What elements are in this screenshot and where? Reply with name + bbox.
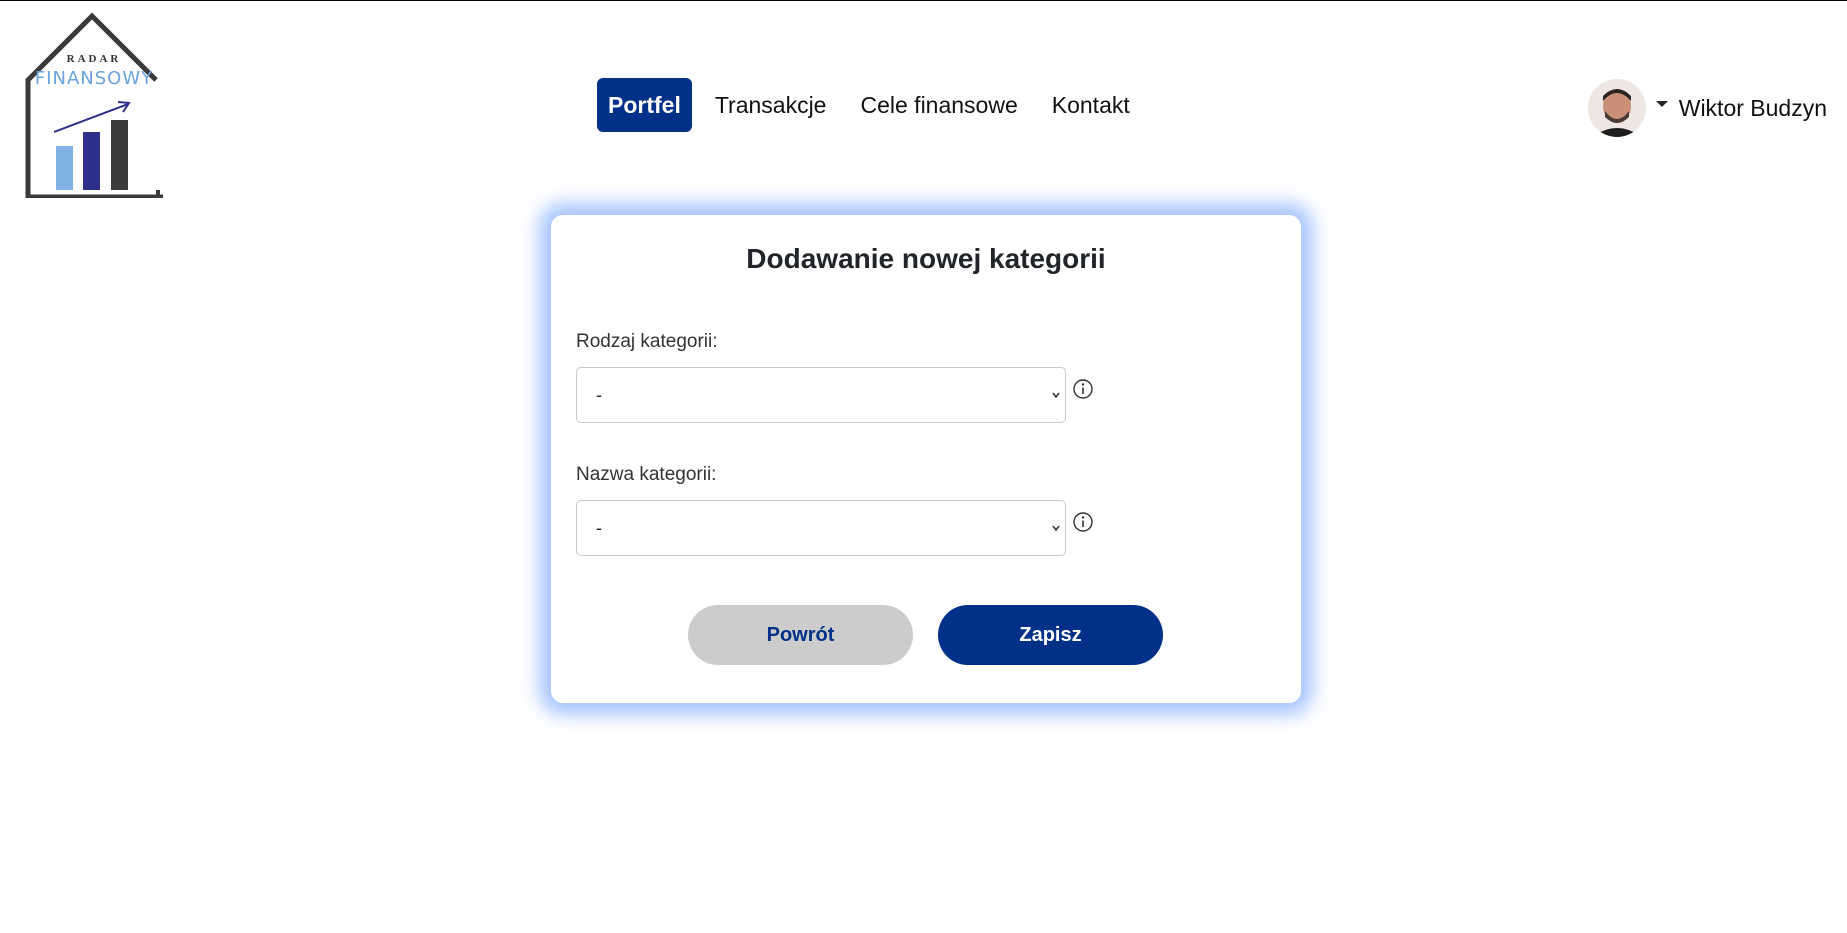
top-border	[0, 0, 1847, 1]
user-photo-icon	[1587, 79, 1646, 137]
main-nav: Portfel Transakcje Cele finansowe Kontak…	[597, 78, 1153, 132]
chevron-down-icon	[1052, 525, 1060, 532]
user-name[interactable]: Wiktor Budzyn	[1679, 95, 1827, 122]
category-name-select[interactable]: -	[576, 500, 1066, 556]
category-name-value: -	[596, 517, 602, 538]
nav-item-cele-finansowe[interactable]: Cele finansowe	[849, 78, 1028, 132]
category-type-select[interactable]: -	[576, 367, 1066, 423]
nav-item-portfel[interactable]: Portfel	[597, 78, 692, 132]
house-chart-logo-icon	[25, 12, 163, 198]
back-button[interactable]: Powrót	[688, 605, 913, 665]
category-type-label: Rodzaj kategorii:	[576, 331, 718, 352]
page-title: Dodawanie nowej kategorii	[746, 243, 1106, 274]
info-icon[interactable]	[1072, 511, 1094, 533]
user-menu[interactable]: Wiktor Budzyn	[1587, 78, 1827, 138]
nav-item-kontakt[interactable]: Kontakt	[1041, 78, 1141, 132]
chevron-down-icon	[1052, 392, 1060, 399]
logo-radar-text: RADAR	[66, 53, 122, 65]
radar-finansowy-logo[interactable]: RADAR FINANSOWY	[24, 12, 164, 198]
info-icon[interactable]	[1072, 378, 1094, 400]
category-name-label: Nazwa kategorii:	[576, 464, 717, 485]
category-type-value: -	[596, 384, 602, 405]
logo-finansowy-text: FINANSOWY	[34, 68, 154, 89]
nav-item-transakcje[interactable]: Transakcje	[704, 78, 838, 132]
add-category-card: Dodawanie nowej kategorii Rodzaj kategor…	[551, 215, 1301, 703]
avatar[interactable]	[1587, 79, 1646, 137]
caret-down-icon[interactable]	[1655, 101, 1668, 107]
save-button[interactable]: Zapisz	[938, 605, 1163, 665]
